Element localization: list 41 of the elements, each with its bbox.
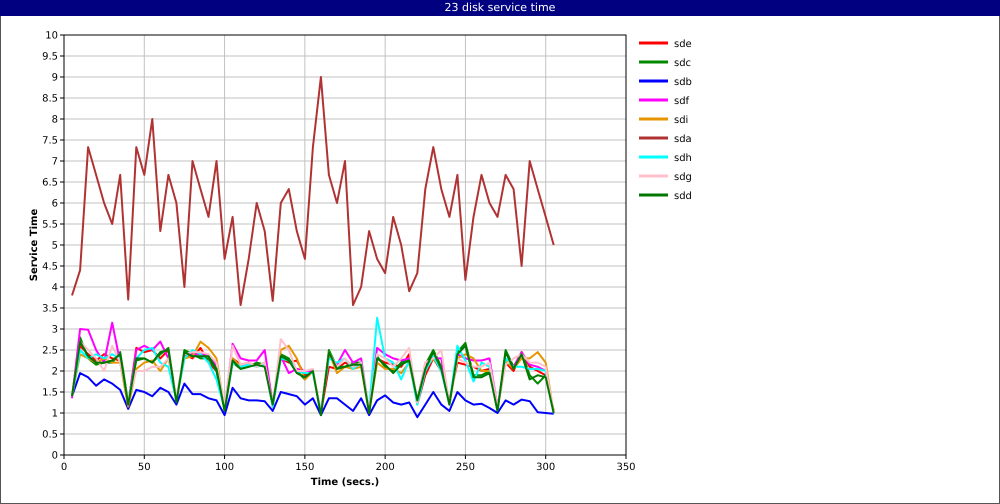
axis-tick-label: 1: [52, 408, 58, 420]
axis-tick-label: 9: [52, 72, 58, 84]
y-axis-label: Service Time: [29, 208, 40, 282]
axis-tick-label: 0.5: [42, 430, 58, 440]
axis-tick-label: 2.5: [42, 346, 58, 356]
axis-tick-label: 10: [45, 30, 58, 42]
axis-tick-label: 4.5: [42, 262, 58, 272]
legend-label: sdi: [674, 115, 688, 126]
axis-tick-label: 6: [52, 198, 58, 210]
axis-tick-label: 350: [616, 462, 636, 473]
axis-tick-label: 7.5: [42, 136, 58, 146]
axis-tick-label: 7: [52, 156, 58, 168]
legend-label: sdg: [674, 172, 692, 183]
axis-tick-label: 150: [295, 462, 314, 473]
axis-tick-label: 200: [376, 462, 395, 473]
axis-tick-label: 3.5: [42, 304, 58, 314]
axis-tick-label: 100: [215, 462, 234, 473]
legend-label: sde: [674, 39, 692, 50]
axis-tick-label: 2: [52, 366, 58, 378]
legend-label: sdh: [674, 153, 692, 164]
axis-tick-label: 1.5: [42, 388, 58, 398]
axis-tick-label: 0: [60, 462, 68, 473]
axis-tick-label: 6.5: [42, 178, 58, 188]
axis-tick-label: 300: [536, 462, 556, 473]
legend-label: sda: [674, 134, 692, 145]
legend-label: sdf: [674, 96, 690, 107]
axis-tick-label: 9.5: [42, 52, 58, 62]
axis-tick-label: 4: [52, 282, 58, 294]
window-title: 23 disk service time: [0, 0, 1000, 16]
axis-tick-label: 3: [52, 324, 58, 336]
axis-tick-label: 5.5: [42, 220, 58, 230]
axis-tick-label: 8: [52, 114, 58, 126]
legend-label: sdb: [674, 77, 692, 88]
legend-label: sdc: [674, 58, 692, 69]
x-axis-label: Time (secs.): [310, 477, 380, 488]
axis-tick-label: 50: [138, 462, 151, 473]
axis-tick-label: 5: [52, 240, 58, 252]
axis-tick-label: 250: [456, 462, 475, 473]
legend-label: sdd: [674, 191, 692, 202]
axis-tick-label: 8.5: [42, 94, 58, 104]
axis-tick-label: 0: [52, 450, 58, 462]
